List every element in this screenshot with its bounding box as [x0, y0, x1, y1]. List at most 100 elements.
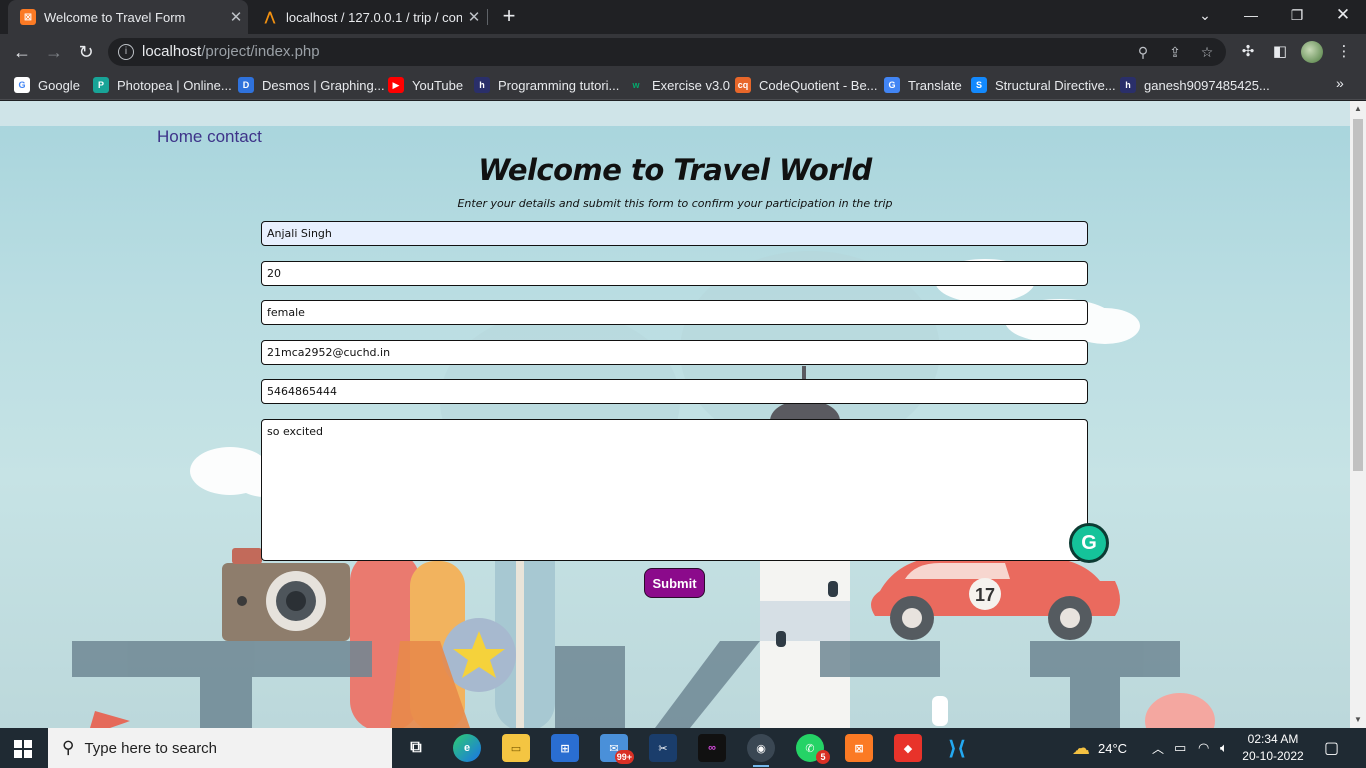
whatsapp-icon[interactable]: ✆ 5 [796, 734, 830, 764]
bookmark-label: ganesh9097485425... [1144, 77, 1270, 93]
file-explorer-icon[interactable]: ▭ [502, 734, 530, 762]
address-bar[interactable]: i localhost/project/index.php ⚲ ⇪ ☆ [108, 38, 1226, 66]
weather-temp: 24°C [1098, 740, 1128, 756]
tab-divider [487, 9, 488, 25]
mail-icon[interactable]: ✉ 99+ [600, 734, 634, 764]
google-icon: G [14, 77, 30, 93]
microsoft-store-icon[interactable]: ⊞ [551, 734, 579, 762]
phpmyadmin-icon: ⋀ [264, 9, 276, 24]
bookmark-structural-directive[interactable]: S Structural Directive... [971, 76, 1116, 94]
share-icon[interactable]: ⇪ [1166, 44, 1184, 62]
system-clock[interactable]: 02:34 AM 20-10-2022 [1240, 731, 1306, 765]
grammarly-icon[interactable]: G [1069, 523, 1109, 563]
xampp-icon: ⊠ [20, 9, 36, 25]
hackerrank-icon: h [474, 77, 490, 93]
tab-strip: ⊠ Welcome to Travel Form ✕ ⋀ localhost /… [0, 0, 1366, 34]
age-field[interactable] [261, 261, 1088, 286]
phone-field[interactable] [261, 379, 1088, 404]
bookmark-desmos[interactable]: D Desmos | Graphing... [238, 76, 385, 94]
weather-widget[interactable]: ☁ 24°C [1072, 728, 1127, 768]
email-field[interactable] [261, 340, 1088, 365]
mail-badge: 99+ [614, 750, 634, 764]
url-text[interactable]: localhost/project/index.php [142, 43, 320, 60]
volume-icon[interactable]: 🔈︎ [1220, 728, 1228, 768]
extensions-icon[interactable]: ✣ [1238, 42, 1258, 62]
gender-field[interactable] [261, 300, 1088, 325]
bookmark-label: Google [38, 77, 80, 93]
minimize-button[interactable]: — [1228, 0, 1274, 30]
clock-time: 02:34 AM [1247, 732, 1299, 746]
edge-icon[interactable]: e [453, 734, 481, 762]
codequotient-icon: cq [735, 77, 751, 93]
close-tab-icon[interactable]: ✕ [462, 8, 486, 26]
bookmark-youtube[interactable]: ▶ YouTube [388, 76, 463, 94]
battery-icon[interactable]: ▭ [1174, 728, 1186, 768]
bookmark-translate[interactable]: G Translate [884, 76, 962, 94]
message-textarea[interactable]: so excited [261, 419, 1088, 561]
scrollbar-thumb[interactable] [1353, 119, 1363, 471]
page-subtitle: Enter your details and submit this form … [457, 197, 893, 210]
show-hidden-icons[interactable]: ︿ [1152, 728, 1164, 768]
side-panel-icon[interactable]: ◧ [1270, 42, 1290, 62]
menu-icon[interactable]: ⋮ [1334, 42, 1354, 62]
forward-button[interactable]: → [42, 40, 66, 64]
creative-cloud-icon[interactable]: ∞ [698, 734, 726, 762]
svg-text:17: 17 [975, 585, 995, 605]
bookmark-label: Desmos | Graphing... [262, 77, 385, 93]
stackblitz-icon: S [971, 77, 987, 93]
bookmark-label: Exercise v3.0 [652, 77, 731, 93]
chrome-icon[interactable]: ◉ [747, 734, 775, 767]
tab-phpmyadmin[interactable]: ⋀ localhost / 127.0.0.1 / trip / conta ✕ [250, 0, 486, 34]
bookmark-exercise[interactable]: w Exercise v3.0 [628, 76, 730, 94]
close-window-button[interactable]: ✕ [1320, 0, 1366, 30]
desmos-icon: D [238, 77, 254, 93]
wifi-icon[interactable]: ◠ [1198, 728, 1209, 768]
bookmark-ganesh[interactable]: h ganesh9097485425... [1120, 76, 1270, 94]
task-view-icon[interactable]: ⧉ [402, 734, 430, 762]
windows-start-icon[interactable] [14, 740, 32, 758]
anydesk-icon[interactable]: ◆ [894, 734, 922, 762]
tab-title: localhost / 127.0.0.1 / trip / conta [286, 9, 462, 25]
submit-button[interactable]: Submit [644, 568, 705, 598]
bookmark-label: Structural Directive... [995, 77, 1116, 93]
restore-button[interactable]: ❐ [1274, 0, 1320, 30]
photopea-icon: P [93, 77, 109, 93]
more-bookmarks-icon[interactable]: » [1336, 75, 1344, 91]
bookmark-label: Translate [908, 77, 962, 93]
tab-travel-form[interactable]: ⊠ Welcome to Travel Form ✕ [8, 0, 248, 34]
page-title: Welcome to Travel World [478, 153, 872, 187]
site-info-icon[interactable]: i [118, 44, 134, 60]
bookmark-label: YouTube [412, 77, 464, 93]
bookmark-label: CodeQuotient - Be... [759, 77, 878, 93]
scroll-up-arrow-icon[interactable]: ▲ [1350, 101, 1366, 117]
tab-title: Welcome to Travel Form [44, 9, 186, 25]
bookmark-label: Programming tutori... [498, 77, 620, 93]
xampp-icon[interactable]: ⊠ [845, 734, 873, 762]
close-tab-icon[interactable]: ✕ [224, 8, 248, 26]
zoom-icon[interactable]: ⚲ [1134, 44, 1152, 62]
search-icon: ⚲ [62, 738, 75, 757]
new-tab-button[interactable]: + [498, 5, 520, 28]
bookmark-programming[interactable]: h Programming tutori... [474, 76, 619, 94]
bookmark-codequotient[interactable]: cq CodeQuotient - Be... [735, 76, 878, 94]
back-button[interactable]: ← [10, 40, 34, 64]
bookmark-google[interactable]: G Google [14, 76, 80, 94]
page-viewport: 17 Home contact Welcome to Travel World … [0, 101, 1350, 728]
tab-search-icon[interactable]: ⌄ [1182, 0, 1228, 30]
scroll-down-arrow-icon[interactable]: ▼ [1350, 712, 1366, 728]
weather-cloud-icon: ☁ [1072, 737, 1090, 758]
nav-links[interactable]: Home contact [157, 127, 262, 147]
search-placeholder: Type here to search [84, 739, 218, 757]
snipping-tool-icon[interactable]: ✂ [649, 734, 677, 762]
notification-center-icon[interactable]: ▢ [1324, 728, 1339, 768]
bookmark-photopea[interactable]: P Photopea | Online... [93, 76, 232, 94]
profile-avatar[interactable] [1301, 41, 1323, 63]
taskbar-search-box[interactable]: ⚲ Type here to search [48, 728, 392, 768]
vscode-icon[interactable]: ⟩⟨ [943, 734, 971, 762]
bookmark-star-icon[interactable]: ☆ [1198, 44, 1216, 62]
page-scrollbar[interactable]: ▲ ▼ [1350, 101, 1366, 728]
name-field[interactable] [261, 221, 1088, 246]
reload-button[interactable]: ↻ [74, 40, 98, 64]
google-translate-icon: G [884, 77, 900, 93]
clock-date: 20-10-2022 [1242, 749, 1304, 763]
